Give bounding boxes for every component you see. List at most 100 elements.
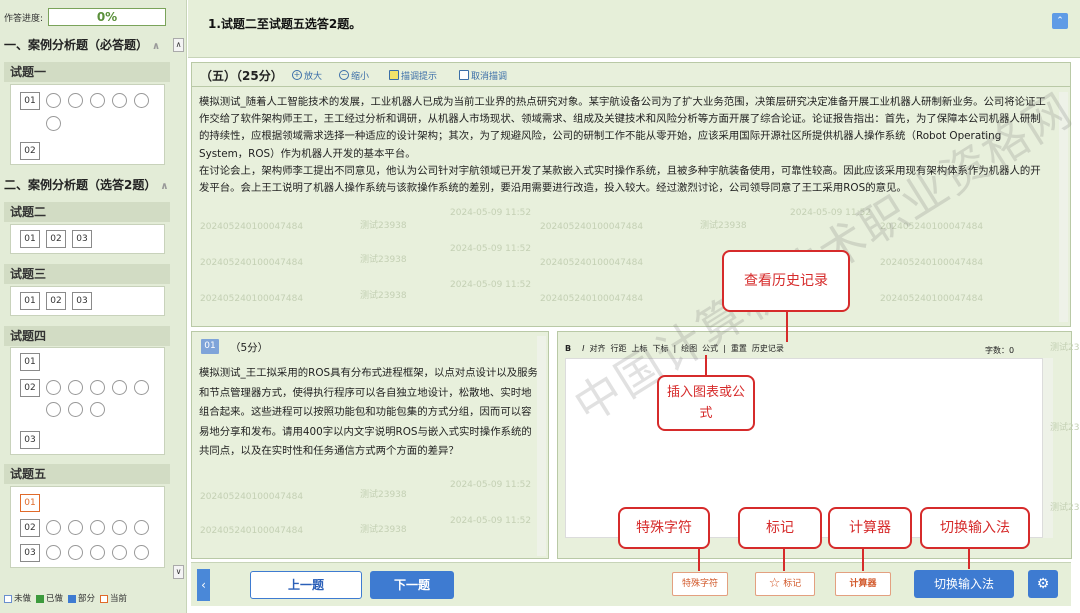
progress-value: 0% bbox=[48, 8, 166, 26]
option-circle[interactable] bbox=[90, 93, 105, 108]
star-icon: ☆ bbox=[768, 576, 781, 591]
special-chars-button[interactable]: 特殊字符 bbox=[672, 572, 728, 596]
option-circle[interactable] bbox=[134, 520, 149, 535]
option-circle[interactable] bbox=[46, 402, 61, 417]
option-circle[interactable] bbox=[134, 93, 149, 108]
watermark-text: 测试23938 bbox=[700, 221, 747, 231]
watermark-text: 202405240100047484 bbox=[880, 258, 984, 268]
gear-icon[interactable]: ⚙ bbox=[1028, 570, 1058, 598]
section1-title: 一、案例分析题（必答题） bbox=[4, 38, 149, 52]
watermark-text: 2024-05-09 11:52 bbox=[450, 244, 532, 254]
question-num-2-02[interactable]: 02 bbox=[46, 230, 66, 248]
watermark-text: 测试23938 bbox=[1050, 423, 1080, 433]
question-num-5-01[interactable]: 01 bbox=[20, 494, 40, 512]
sidebar-scroll-down[interactable]: ∨ bbox=[173, 565, 184, 579]
watermark-text: 2024-05-09 11:52 bbox=[450, 208, 532, 218]
question-num-4-01[interactable]: 01 bbox=[20, 353, 40, 371]
callout-connector bbox=[786, 312, 788, 342]
watermark-text: 202405240100047484 bbox=[200, 258, 304, 268]
option-circle[interactable] bbox=[46, 545, 61, 560]
option-circle[interactable] bbox=[68, 520, 83, 535]
prev-question-button[interactable]: 上一题 bbox=[250, 571, 362, 599]
callout-connector bbox=[783, 549, 785, 571]
cancel-highlight-button[interactable]: 取消描调 bbox=[459, 68, 507, 82]
watermark-text: 测试23938 bbox=[1050, 503, 1080, 513]
question-box-1: 01 02 bbox=[10, 84, 165, 165]
question-box-2: 01 02 03 bbox=[10, 224, 165, 254]
option-circle[interactable] bbox=[46, 520, 61, 535]
option-circle[interactable] bbox=[46, 93, 61, 108]
section1-header[interactable]: 一、案例分析题（必答题） ∧ bbox=[4, 36, 174, 54]
watermark-text: 2024-05-09 11:52 bbox=[450, 516, 532, 526]
callout-history: 查看历史记录 bbox=[722, 250, 850, 312]
history-button[interactable]: 历史记录 bbox=[752, 343, 784, 354]
option-circle[interactable] bbox=[68, 380, 83, 395]
cancel-highlight-label: 取消描调 bbox=[471, 71, 508, 82]
zoom-in-button[interactable]: + 放大 bbox=[292, 68, 322, 82]
option-circle[interactable] bbox=[112, 545, 127, 560]
bold-button[interactable]: B bbox=[565, 344, 571, 353]
watermark-text: 202405240100047484 bbox=[540, 258, 644, 268]
group-title-4: 试题四 bbox=[4, 326, 170, 346]
question-num-1-02[interactable]: 02 bbox=[20, 142, 40, 160]
mark-button[interactable]: ☆ 标记 bbox=[755, 572, 815, 596]
question-num-3-03[interactable]: 03 bbox=[72, 292, 92, 310]
option-circle[interactable] bbox=[90, 520, 105, 535]
option-circle[interactable] bbox=[112, 93, 127, 108]
collapse-icon[interactable]: ⌃ bbox=[1052, 13, 1068, 29]
option-circle[interactable] bbox=[46, 380, 61, 395]
watermark-text: 202405240100047484 bbox=[200, 222, 304, 232]
question-scrollbar[interactable] bbox=[537, 336, 546, 556]
watermark-text: 202405240100047484 bbox=[200, 294, 304, 304]
status-legend: 未做 已做 部分 当前 bbox=[4, 592, 127, 604]
question-num-5-02[interactable]: 02 bbox=[20, 519, 40, 537]
callout-connector bbox=[705, 355, 707, 375]
section2-header[interactable]: 二、案例分析题（选答2题） ∧ bbox=[4, 176, 174, 194]
minus-icon: − bbox=[339, 70, 349, 80]
zoom-out-button[interactable]: − 缩小 bbox=[339, 68, 369, 82]
option-circle[interactable] bbox=[112, 380, 127, 395]
highlight-label: 描调提示 bbox=[401, 71, 438, 82]
option-circle[interactable] bbox=[112, 520, 127, 535]
watermark-text: 202405240100047484 bbox=[200, 526, 304, 536]
option-circle[interactable] bbox=[46, 116, 61, 131]
question-box-3: 01 02 03 bbox=[10, 286, 165, 316]
passage-toolbar bbox=[192, 63, 1070, 87]
question-num-3-01[interactable]: 01 bbox=[20, 292, 40, 310]
callout-mark: 标记 bbox=[738, 507, 822, 549]
sidebar-toggle-icon[interactable]: ‹ bbox=[197, 569, 210, 601]
calculator-button[interactable]: 计算器 bbox=[835, 572, 891, 596]
legend-swatch-partial bbox=[68, 594, 77, 603]
question-num-1-01[interactable]: 01 bbox=[20, 92, 40, 110]
option-circle[interactable] bbox=[68, 402, 83, 417]
question-num-2-01[interactable]: 01 bbox=[20, 230, 40, 248]
option-circle[interactable] bbox=[90, 380, 105, 395]
option-circle[interactable] bbox=[68, 545, 83, 560]
chevron-up-icon: ∧ bbox=[160, 181, 169, 192]
question-num-3-02[interactable]: 02 bbox=[46, 292, 66, 310]
option-circle[interactable] bbox=[134, 545, 149, 560]
legend-unanswered: 未做 bbox=[14, 594, 32, 604]
option-circle[interactable] bbox=[90, 545, 105, 560]
question-text: 模拟测试_王工拟采用的ROS具有分布式进程框架，以点对点设计以及服务和节点管理器… bbox=[199, 367, 538, 458]
italic-button[interactable]: I bbox=[582, 344, 584, 353]
mark-label: 标记 bbox=[783, 579, 802, 589]
option-circle[interactable] bbox=[68, 93, 83, 108]
question-num-4-02[interactable]: 02 bbox=[20, 379, 40, 397]
group-title-3: 试题三 bbox=[4, 264, 170, 284]
option-circle[interactable] bbox=[134, 380, 149, 395]
switch-ime-button[interactable]: 切换输入法 bbox=[914, 570, 1014, 598]
highlight-button[interactable]: 描调提示 bbox=[389, 68, 437, 82]
question-num-4-03[interactable]: 03 bbox=[20, 431, 40, 449]
chevron-up-icon: ∧ bbox=[152, 41, 161, 52]
watermark-text: 测试23938 bbox=[360, 221, 407, 231]
question-num-2-03[interactable]: 03 bbox=[72, 230, 92, 248]
section-label: （五）（25分） bbox=[200, 69, 283, 83]
next-question-button[interactable]: 下一题 bbox=[370, 571, 454, 599]
question-num-5-03[interactable]: 03 bbox=[20, 544, 40, 562]
option-circle[interactable] bbox=[90, 402, 105, 417]
zoom-out-label: 缩小 bbox=[351, 71, 370, 82]
watermark-text: 测试23938 bbox=[360, 525, 407, 535]
callout-insert: 插入图表或公式 bbox=[657, 375, 755, 431]
sidebar-scroll-up[interactable]: ∧ bbox=[173, 38, 184, 52]
